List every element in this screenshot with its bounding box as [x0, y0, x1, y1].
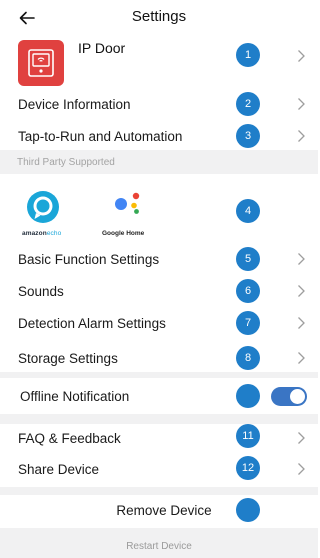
- number-badge: 11: [236, 424, 260, 448]
- divider-band: [0, 487, 318, 495]
- row-label: Offline Notification: [20, 389, 130, 404]
- tap-to-run-row[interactable]: Tap-to-Run and Automation 3: [0, 122, 318, 150]
- row-label: Detection Alarm Settings: [18, 316, 166, 331]
- chevron-right-icon: [298, 253, 305, 265]
- chevron-right-icon: [298, 130, 305, 142]
- number-badge: 6: [236, 279, 260, 303]
- remove-device-button[interactable]: Remove Device: [0, 503, 320, 518]
- row-label: Tap-to-Run and Automation: [18, 129, 183, 144]
- number-badge: 7: [236, 311, 260, 335]
- device-information-row[interactable]: Device Information 2: [0, 90, 318, 118]
- number-badge: 12: [236, 456, 260, 480]
- chevron-right-icon: [298, 463, 305, 475]
- chevron-right-icon: [298, 285, 305, 297]
- row-label: Share Device: [18, 462, 100, 477]
- row-label: Storage Settings: [18, 351, 118, 366]
- section-header: Third Party Supported: [17, 157, 115, 168]
- divider-band: [0, 372, 318, 378]
- offline-notification-toggle[interactable]: [271, 387, 307, 406]
- toggle-knob: [290, 389, 305, 404]
- row-label: Device Information: [18, 97, 131, 112]
- number-badge: [236, 384, 260, 408]
- device-row[interactable]: 1: [0, 40, 318, 86]
- restart-device-button[interactable]: Restart Device: [0, 541, 318, 552]
- chevron-right-icon: [298, 352, 305, 364]
- share-device-row[interactable]: Share Device 12: [0, 455, 318, 483]
- number-badge: 4: [236, 199, 260, 223]
- storage-settings-row[interactable]: Storage Settings 8: [0, 344, 318, 372]
- detection-alarm-settings-row[interactable]: Detection Alarm Settings 7: [0, 309, 318, 337]
- amazon-echo-label: amazonecho: [22, 230, 62, 237]
- page-title: Settings: [131, 8, 187, 25]
- google-home-label: Google Home: [102, 230, 145, 237]
- number-badge: 1: [236, 43, 260, 67]
- chevron-right-icon: [298, 432, 305, 444]
- chevron-right-icon: [298, 98, 305, 110]
- google-home-logo[interactable]: [110, 186, 150, 226]
- divider-band: [0, 414, 318, 424]
- row-label: Sounds: [18, 284, 64, 299]
- row-label: FAQ & Feedback: [18, 431, 121, 446]
- basic-function-settings-row[interactable]: Basic Function Settings 5: [0, 245, 318, 273]
- number-badge: 3: [236, 124, 260, 148]
- chevron-right-icon: [298, 317, 305, 329]
- number-badge: 5: [236, 247, 260, 271]
- number-badge: 2: [236, 92, 260, 116]
- number-badge: 8: [236, 346, 260, 370]
- amazon-echo-logo[interactable]: [24, 188, 62, 226]
- sounds-row[interactable]: Sounds 6: [0, 277, 318, 305]
- row-label: Basic Function Settings: [18, 252, 160, 267]
- faq-feedback-row[interactable]: FAQ & Feedback 11: [0, 424, 318, 452]
- chevron-right-icon: [298, 50, 305, 62]
